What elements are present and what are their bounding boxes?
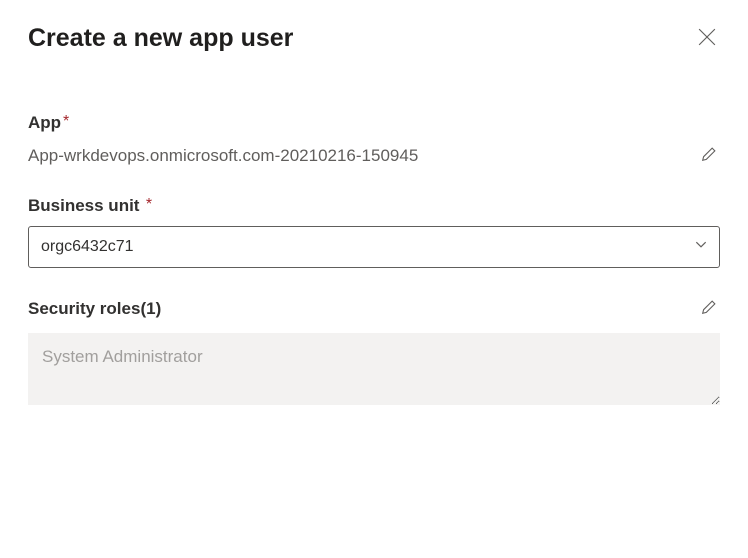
close-button[interactable] <box>694 24 720 53</box>
security-roles-count: (1) <box>140 299 161 318</box>
pencil-icon <box>700 298 718 319</box>
app-value: App-wrkdevops.onmicrosoft.com-20210216-1… <box>28 146 418 166</box>
dialog-header: Create a new app user <box>28 24 720 53</box>
security-roles-label: Security roles <box>28 299 140 318</box>
security-roles-box[interactable] <box>28 333 720 405</box>
business-unit-label: Business unit <box>28 196 139 215</box>
pencil-icon <box>700 145 718 166</box>
app-required-mark: * <box>63 113 69 130</box>
edit-app-button[interactable] <box>698 143 720 168</box>
business-unit-required-mark: * <box>146 196 152 213</box>
business-unit-select-wrap <box>28 226 720 268</box>
security-roles-field: Security roles(1) <box>28 296 720 410</box>
app-label: App <box>28 113 61 132</box>
business-unit-select[interactable] <box>28 226 720 268</box>
dialog-title: Create a new app user <box>28 24 293 53</box>
app-field: App* App-wrkdevops.onmicrosoft.com-20210… <box>28 113 720 168</box>
close-icon <box>698 28 716 49</box>
business-unit-field: Business unit * <box>28 196 720 268</box>
edit-security-roles-button[interactable] <box>698 296 720 321</box>
security-roles-label-row: Security roles(1) <box>28 299 161 319</box>
